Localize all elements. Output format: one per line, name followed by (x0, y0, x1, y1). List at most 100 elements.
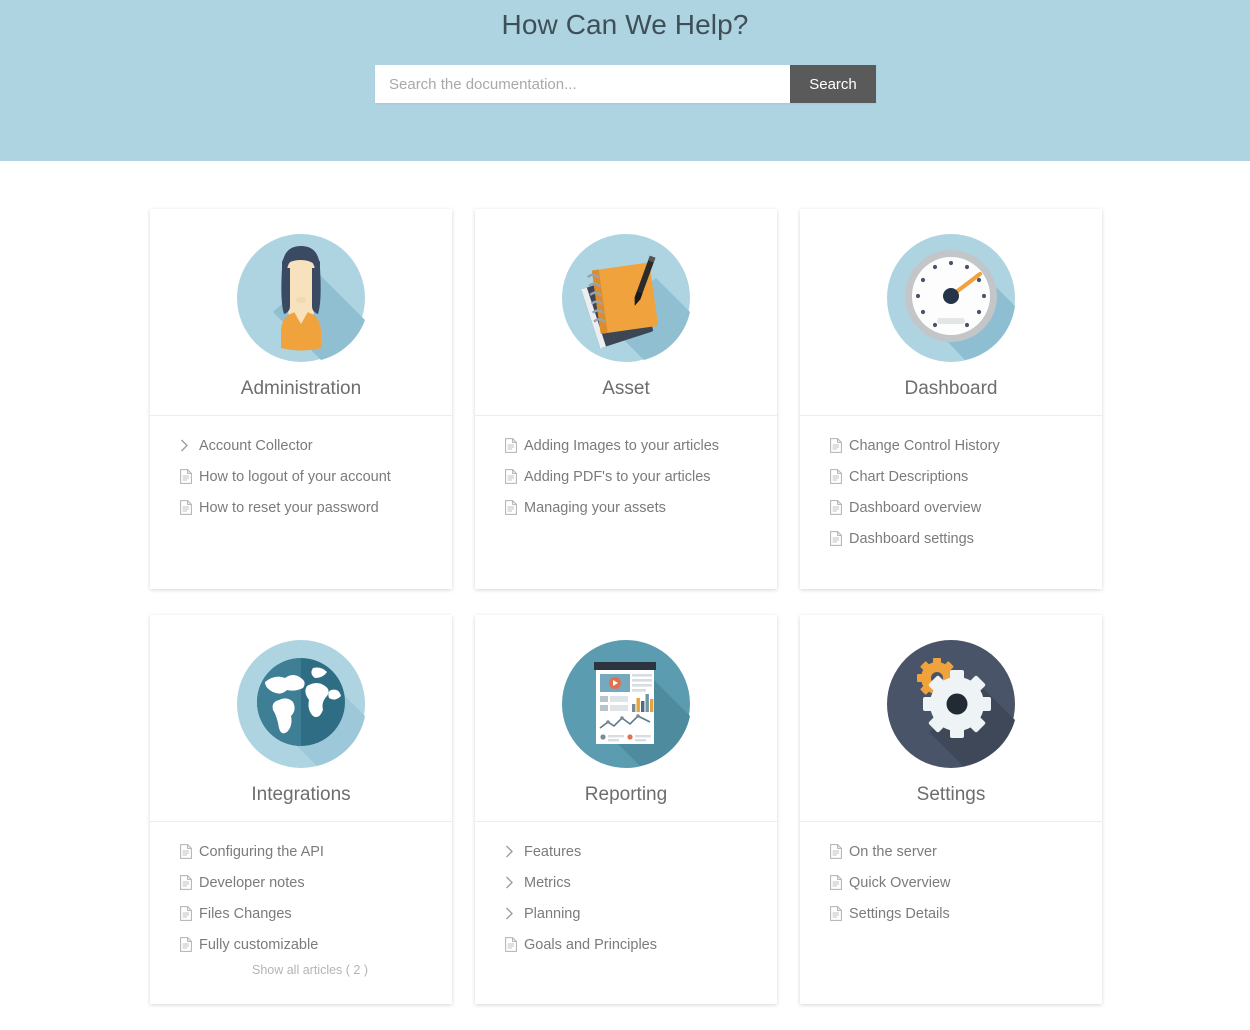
card-row-1: Administration Account Collector How to … (150, 209, 1102, 589)
card-header: Dashboard (800, 209, 1102, 416)
card-title: Reporting (584, 784, 668, 805)
document-icon (830, 438, 848, 453)
card-title: Integrations (251, 784, 351, 805)
document-icon (180, 500, 198, 515)
document-icon (180, 937, 198, 952)
list-item-label: Metrics (524, 874, 571, 891)
chevron-right-icon (505, 876, 523, 889)
list-item[interactable]: Files Changes (150, 898, 452, 929)
list-item-label: Adding Images to your articles (524, 437, 720, 454)
document-icon (830, 531, 848, 546)
show-all-articles-link[interactable]: Show all articles ( 2 ) (150, 963, 452, 977)
document-icon (830, 875, 848, 890)
chevron-right-icon (505, 907, 523, 920)
card-header: Settings (800, 615, 1102, 822)
chevron-right-icon (505, 845, 523, 858)
list-item[interactable]: Managing your assets (475, 492, 777, 523)
notebook-pen-icon (560, 232, 692, 364)
category-card-grid: Administration Account Collector How to … (150, 209, 1102, 1030)
hero-banner: How Can We Help? Search (0, 0, 1250, 161)
list-item[interactable]: Metrics (475, 867, 777, 898)
card-article-list: On the server Quick Overview Settings De… (800, 822, 1102, 1004)
list-item-label: Chart Descriptions (849, 468, 969, 485)
list-item-label: Developer notes (199, 874, 305, 891)
list-item[interactable]: Configuring the API (150, 836, 452, 867)
list-item[interactable]: Goals and Principles (475, 929, 777, 960)
list-item[interactable]: How to logout of your account (150, 461, 452, 492)
avatar-person-icon (235, 232, 367, 364)
card-reporting[interactable]: Reporting Features Metrics Planning Goal… (475, 615, 777, 1004)
document-icon (180, 906, 198, 921)
card-article-list: Configuring the API Developer notes File… (150, 822, 452, 1004)
card-header: Administration (150, 209, 452, 416)
list-item-label: Quick Overview (849, 874, 951, 891)
card-dashboard[interactable]: Dashboard Change Control History Chart D… (800, 209, 1102, 589)
document-icon (180, 844, 198, 859)
gears-icon (885, 638, 1017, 770)
list-item[interactable]: Fully customizable (150, 929, 452, 960)
list-item[interactable]: Developer notes (150, 867, 452, 898)
card-header: Integrations (150, 615, 452, 822)
card-asset[interactable]: Asset Adding Images to your articles Add… (475, 209, 777, 589)
list-item[interactable]: Dashboard overview (800, 492, 1102, 523)
gauge-icon (885, 232, 1017, 364)
list-item-label: On the server (849, 843, 937, 860)
list-item[interactable]: Settings Details (800, 898, 1102, 929)
document-icon (505, 438, 523, 453)
card-title: Administration (240, 378, 362, 399)
list-item[interactable]: Change Control History (800, 430, 1102, 461)
card-header: Asset (475, 209, 777, 416)
list-item-label: Dashboard overview (849, 499, 982, 516)
document-icon (180, 469, 198, 484)
list-item-label: Managing your assets (524, 499, 666, 516)
list-item[interactable]: Planning (475, 898, 777, 929)
list-item[interactable]: Account Collector (150, 430, 452, 461)
card-administration[interactable]: Administration Account Collector How to … (150, 209, 452, 589)
list-item-label: How to reset your password (199, 499, 379, 516)
list-item-label: Files Changes (199, 905, 292, 922)
card-article-list: Features Metrics Planning Goals and Prin… (475, 822, 777, 1004)
list-item[interactable]: Adding Images to your articles (475, 430, 777, 461)
card-article-list: Change Control History Chart Description… (800, 416, 1102, 589)
list-item[interactable]: Adding PDF's to your articles (475, 461, 777, 492)
list-item[interactable]: Quick Overview (800, 867, 1102, 898)
document-icon (180, 875, 198, 890)
search-input[interactable] (375, 65, 790, 103)
list-item-label: Adding PDF's to your articles (524, 468, 711, 485)
list-item[interactable]: Dashboard settings (800, 523, 1102, 554)
list-item[interactable]: Features (475, 836, 777, 867)
list-item-label: Settings Details (849, 905, 950, 922)
list-item-label: Features (524, 843, 582, 860)
chevron-right-icon (180, 439, 198, 452)
globe-icon (235, 638, 367, 770)
card-title: Dashboard (904, 378, 998, 399)
list-item-label: Account Collector (199, 437, 313, 454)
card-header: Reporting (475, 615, 777, 822)
card-settings[interactable]: Settings On the server Quick Overview Se… (800, 615, 1102, 1004)
search-button[interactable]: Search (790, 65, 876, 103)
document-icon (505, 937, 523, 952)
list-item[interactable]: Chart Descriptions (800, 461, 1102, 492)
list-item-label: Fully customizable (199, 936, 319, 953)
list-item-label: Goals and Principles (524, 936, 657, 953)
document-icon (830, 469, 848, 484)
list-item-label: How to logout of your account (199, 468, 391, 485)
list-item-label: Planning (524, 905, 581, 922)
search-bar: Search (375, 65, 876, 103)
card-row-2: Integrations Configuring the API Develop… (150, 615, 1102, 1004)
card-title: Settings (916, 784, 986, 805)
document-icon (830, 906, 848, 921)
document-icon (830, 844, 848, 859)
list-item[interactable]: On the server (800, 836, 1102, 867)
list-item-label: Change Control History (849, 437, 1000, 454)
card-integrations[interactable]: Integrations Configuring the API Develop… (150, 615, 452, 1004)
list-item[interactable]: How to reset your password (150, 492, 452, 523)
document-icon (505, 469, 523, 484)
card-title: Asset (602, 378, 650, 399)
document-icon (505, 500, 523, 515)
list-item-label: Configuring the API (199, 843, 324, 860)
report-page-icon (560, 638, 692, 770)
list-item-label: Dashboard settings (849, 530, 974, 547)
document-icon (830, 500, 848, 515)
card-article-list: Account Collector How to logout of your … (150, 416, 452, 589)
